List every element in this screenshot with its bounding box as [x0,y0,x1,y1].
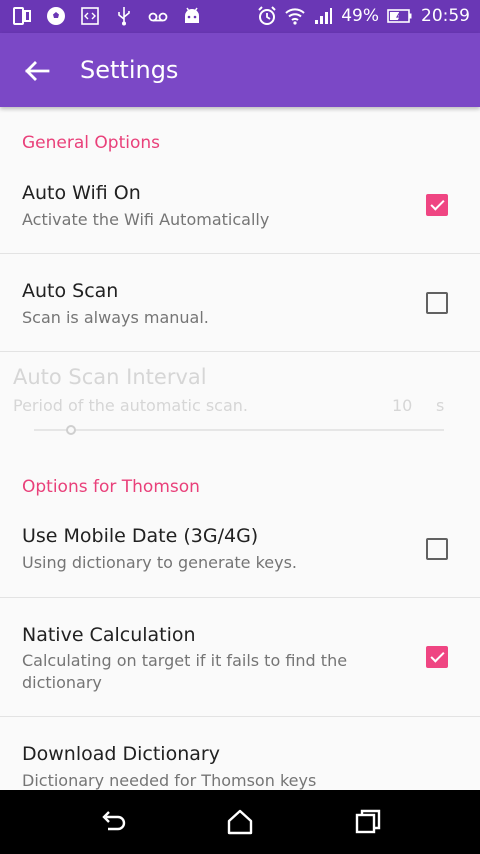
pref-title: Download Dictionary [22,743,220,765]
battery-icon [387,9,412,23]
back-nav-icon[interactable] [97,806,129,838]
soccer-ball-icon [47,7,65,25]
pref-mobile-data[interactable]: Use Mobile Date (3G/4G) Using dictionary… [0,512,480,597]
interval-unit: s [436,396,445,415]
status-bar: 49% 20:59 [0,0,480,33]
pref-summary: Activate the Wifi Automatically [22,210,270,229]
pref-title: Native Calculation [22,624,196,646]
android-icon [185,7,199,23]
pref-auto-scan[interactable]: Auto Scan Scan is always manual. [0,254,480,351]
pref-title: Use Mobile Date (3G/4G) [22,525,259,547]
code-icon [81,7,99,25]
native-calculation-checkbox[interactable] [426,646,448,668]
pref-summary: Calculating on target if it fails to fin… [22,651,348,692]
auto-wifi-checkbox[interactable] [426,194,448,216]
interval-value: 10 [392,396,413,415]
pref-summary: Scan is always manual. [22,308,209,327]
arrow-left-icon[interactable] [20,54,54,88]
pref-summary: Period of the automatic scan. [13,396,248,415]
battery-percent: 49% [341,6,379,26]
interval-slider-thumb [65,425,76,435]
pref-summary: Using dictionary to generate keys. [22,553,298,572]
pref-title: Auto Scan [22,280,119,302]
usb-icon [118,7,130,26]
pref-native-calculation[interactable]: Native Calculation Calculating on target… [0,598,480,716]
mobile-data-checkbox[interactable] [426,538,448,560]
section-title-thomson: Options for Thomson [22,477,200,497]
wifi-icon [285,8,305,25]
phone-icon [13,7,31,25]
section-title-general: General Options [22,133,160,153]
alarm-icon [258,6,276,25]
pref-summary: Dictionary needed for Thomson keys [22,771,317,790]
auto-scan-checkbox[interactable] [426,292,448,314]
settings-list[interactable]: General Options Auto Wifi On Activate th… [0,107,480,790]
recents-nav-icon[interactable] [352,806,384,838]
signal-icon [315,8,333,24]
pref-auto-wifi[interactable]: Auto Wifi On Activate the Wifi Automatic… [0,169,480,253]
home-nav-icon[interactable] [224,806,256,838]
navigation-bar [0,790,480,854]
pref-title: Auto Wifi On [22,182,141,204]
pref-title: Auto Scan Interval [13,365,207,389]
app-bar: Settings [0,33,480,107]
interval-slider-track [34,429,444,431]
voicemail-icon [148,12,168,22]
clock: 20:59 [421,6,470,26]
page-title: Settings [80,56,179,84]
pref-download-dictionary[interactable]: Download Dictionary Dictionary needed fo… [0,717,480,790]
pref-auto-scan-interval: Auto Scan Interval Period of the automat… [0,352,480,452]
